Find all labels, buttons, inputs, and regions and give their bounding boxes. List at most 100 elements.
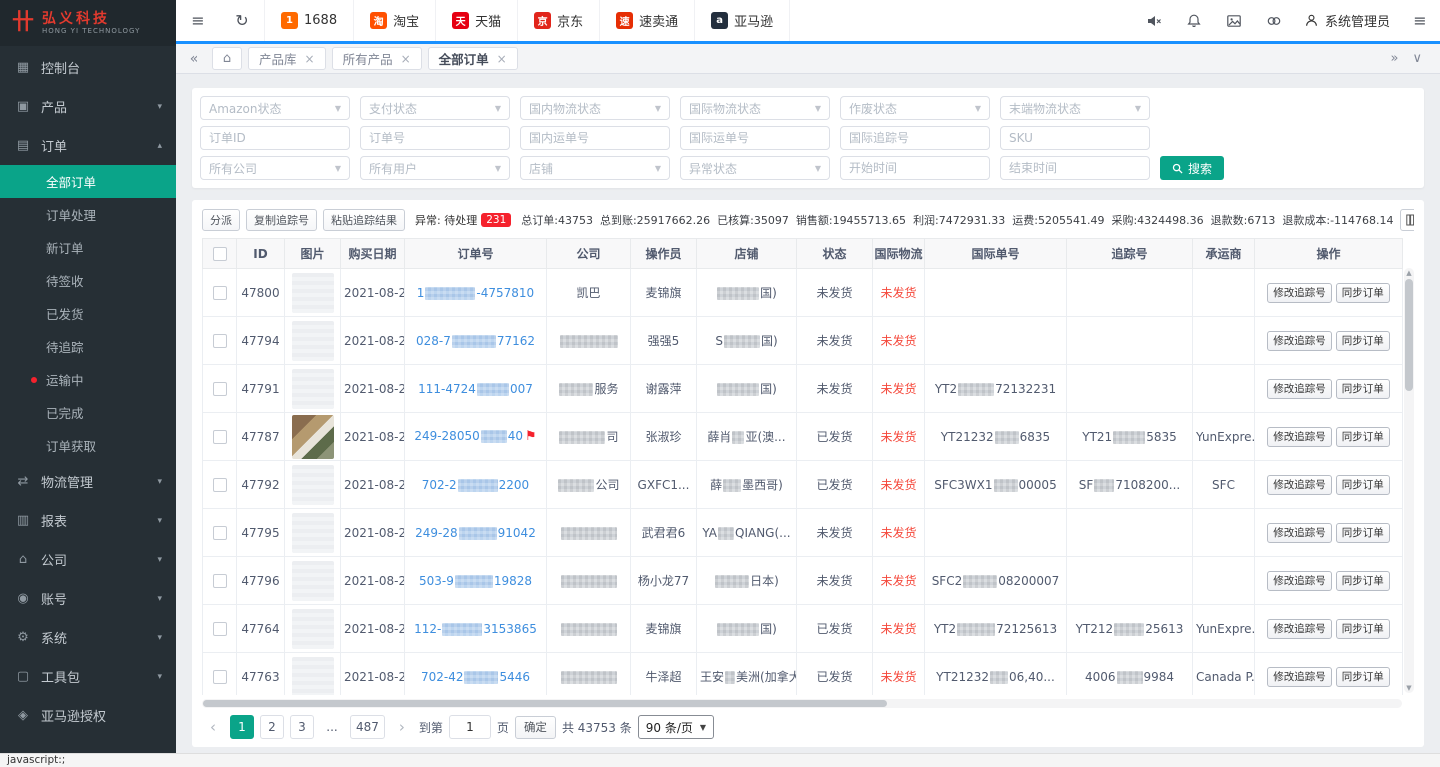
row-checkbox[interactable] [213, 286, 227, 300]
edit-tracking-button[interactable]: 修改追踪号 [1267, 331, 1332, 351]
marketplace-tab-aliexpress[interactable]: 速速卖通 [600, 0, 695, 41]
marketplace-tab-taobao[interactable]: 淘淘宝 [354, 0, 436, 41]
scroll-up-icon[interactable]: ▲ [1406, 268, 1411, 278]
select-all-checkbox[interactable] [213, 247, 227, 261]
scroll-down-icon[interactable]: ▼ [1406, 683, 1411, 693]
filter-input-order-id[interactable] [200, 126, 350, 150]
sidebar-subitem-shipped[interactable]: 已发货 [0, 297, 176, 330]
search-button[interactable]: 搜索 [1160, 156, 1224, 180]
home-tab-icon[interactable]: ⌂ [212, 47, 242, 70]
order-number-link[interactable]: 111-4724007 [418, 382, 533, 396]
horizontal-scrollbar[interactable] [202, 699, 1402, 708]
edit-tracking-button[interactable]: 修改追踪号 [1267, 379, 1332, 399]
order-number-link[interactable]: 028-777162 [416, 334, 535, 348]
marketplace-tab-1688[interactable]: 11688 [265, 0, 354, 41]
filter-input-domestic-waybill-no[interactable] [520, 126, 670, 150]
paste-tracking-result-button[interactable]: 粘贴追踪结果 [323, 209, 405, 231]
tabs-scroll-left-icon[interactable]: « [182, 51, 206, 67]
order-number-link[interactable]: 702-425446 [421, 670, 530, 684]
sync-order-button[interactable]: 同步订单 [1336, 331, 1390, 351]
row-checkbox[interactable] [213, 526, 227, 540]
image-icon[interactable] [1214, 0, 1254, 41]
refresh-icon[interactable]: ↻ [220, 0, 264, 41]
copy-tracking-button[interactable]: 复制追踪号 [246, 209, 317, 231]
filter-input-order-no[interactable] [360, 126, 510, 150]
order-number-link[interactable]: 249-2805040 [414, 429, 523, 443]
filter-select-pay-status[interactable]: 支付状态▼ [360, 96, 510, 120]
order-number-link[interactable]: 702-22200 [422, 478, 529, 492]
close-tab-icon[interactable]: × [305, 52, 315, 66]
tab-all-orders[interactable]: 全部订单× [428, 47, 518, 70]
tabs-menu-icon[interactable]: ∨ [1412, 51, 1422, 66]
filter-select-last-mile-status[interactable]: 末端物流状态▼ [1000, 96, 1150, 120]
filter-select-amazon-status[interactable]: Amazon状态▼ [200, 96, 350, 120]
columns-icon[interactable] [1400, 209, 1414, 231]
marketplace-tab-amazon[interactable]: a亚马逊 [695, 0, 790, 41]
sidebar-subitem-in-transit[interactable]: 运输中 [0, 363, 176, 396]
filter-input-intl-tracking-no[interactable] [840, 126, 990, 150]
confirm-button[interactable]: 确定 [515, 716, 556, 739]
sync-order-button[interactable]: 同步订单 [1336, 667, 1390, 687]
sidebar-subitem-order-fetch[interactable]: 订单获取 [0, 429, 176, 462]
order-number-link[interactable]: 1-4757810 [417, 286, 534, 300]
edit-tracking-button[interactable]: 修改追踪号 [1267, 475, 1332, 495]
next-page-icon[interactable]: › [391, 715, 413, 739]
page-number-1[interactable]: 1 [230, 715, 254, 739]
tab-all-products[interactable]: 所有产品× [332, 47, 422, 70]
edit-tracking-button[interactable]: 修改追踪号 [1267, 427, 1332, 447]
tabs-scroll-right-icon[interactable]: » [1391, 51, 1399, 66]
row-checkbox[interactable] [213, 574, 227, 588]
page-number-487[interactable]: 487 [350, 715, 385, 739]
sync-order-button[interactable]: 同步订单 [1336, 475, 1390, 495]
filter-input-intl-waybill-no[interactable] [680, 126, 830, 150]
collapse-sidebar-icon[interactable]: ≡ [176, 0, 220, 41]
filter-input-start-time[interactable] [840, 156, 990, 180]
more-icon[interactable]: ≡ [1400, 0, 1440, 41]
edit-tracking-button[interactable]: 修改追踪号 [1267, 283, 1332, 303]
sidebar-item-orders[interactable]: ▤订单▴ [0, 126, 176, 165]
filter-select-domestic-logistics-status[interactable]: 国内物流状态▼ [520, 96, 670, 120]
row-checkbox[interactable] [213, 382, 227, 396]
edit-tracking-button[interactable]: 修改追踪号 [1267, 523, 1332, 543]
sidebar-item-reports[interactable]: ▥报表▾ [0, 501, 176, 540]
filter-select-void-status[interactable]: 作废状态▼ [840, 96, 990, 120]
admin-menu[interactable]: 系统管理员 [1294, 0, 1400, 41]
order-number-link[interactable]: 503-919828 [419, 574, 532, 588]
page-number-2[interactable]: 2 [260, 715, 284, 739]
sidebar-subitem-to-sign[interactable]: 待签收 [0, 264, 176, 297]
row-checkbox[interactable] [213, 670, 227, 684]
tab-product-library[interactable]: 产品库× [248, 47, 326, 70]
sidebar-subitem-order-processing[interactable]: 订单处理 [0, 198, 176, 231]
mute-icon[interactable] [1134, 0, 1174, 41]
sidebar-item-console[interactable]: ▦控制台 [0, 48, 176, 87]
filter-input-end-time[interactable] [1000, 156, 1150, 180]
row-checkbox[interactable] [213, 478, 227, 492]
filter-select-exception-status[interactable]: 异常状态▼ [680, 156, 830, 180]
horizontal-scroll-thumb[interactable] [203, 700, 887, 707]
sidebar-subitem-to-track[interactable]: 待追踪 [0, 330, 176, 363]
link-icon[interactable] [1254, 0, 1294, 41]
sidebar-item-accounts[interactable]: ◉账号▾ [0, 579, 176, 618]
edit-tracking-button[interactable]: 修改追踪号 [1267, 571, 1332, 591]
edit-tracking-button[interactable]: 修改追踪号 [1267, 667, 1332, 687]
sidebar-item-company[interactable]: ⌂公司▾ [0, 540, 176, 579]
filter-select-user[interactable]: 所有用户▼ [360, 156, 510, 180]
sidebar-item-products[interactable]: ▣产品▾ [0, 87, 176, 126]
sync-order-button[interactable]: 同步订单 [1336, 427, 1390, 447]
row-checkbox[interactable] [213, 334, 227, 348]
sidebar-subitem-completed[interactable]: 已完成 [0, 396, 176, 429]
edit-tracking-button[interactable]: 修改追踪号 [1267, 619, 1332, 639]
sidebar-subitem-all-orders[interactable]: 全部订单 [0, 165, 176, 198]
row-checkbox[interactable] [213, 622, 227, 636]
sync-order-button[interactable]: 同步订单 [1336, 283, 1390, 303]
page-size-select[interactable]: 90 条/页 ▼ [638, 715, 714, 739]
goto-page-input[interactable] [449, 715, 491, 739]
prev-page-icon[interactable]: ‹ [202, 715, 224, 739]
dispatch-button[interactable]: 分派 [202, 209, 240, 231]
order-number-link[interactable]: 249-2891042 [415, 526, 536, 540]
row-checkbox[interactable] [213, 430, 227, 444]
filter-select-company[interactable]: 所有公司▼ [200, 156, 350, 180]
sidebar-item-system[interactable]: ⚙系统▾ [0, 618, 176, 657]
order-number-link[interactable]: 112-3153865 [414, 622, 537, 636]
close-tab-icon[interactable]: × [497, 52, 507, 66]
